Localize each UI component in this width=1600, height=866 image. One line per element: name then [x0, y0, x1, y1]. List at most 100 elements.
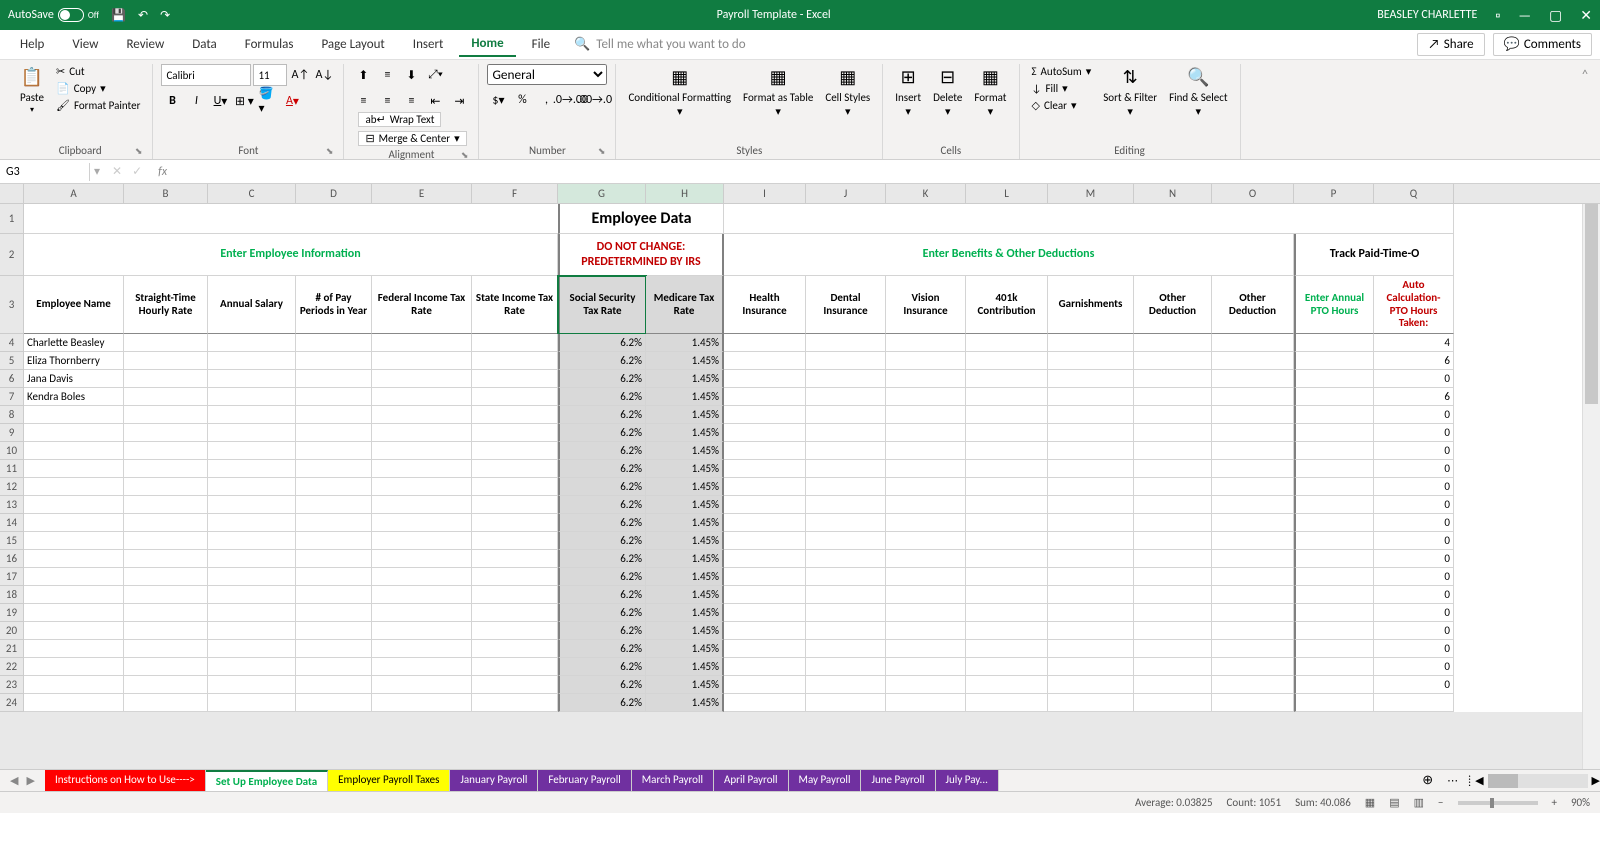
cell[interactable] — [124, 532, 208, 550]
cell[interactable] — [1294, 658, 1374, 676]
cell[interactable] — [208, 532, 296, 550]
col-head-M[interactable]: M — [1048, 184, 1134, 203]
cell[interactable] — [1294, 622, 1374, 640]
clear-button[interactable]: ◇ Clear ▾ — [1028, 98, 1096, 113]
decrease-decimal-icon[interactable]: .00→.0 — [583, 89, 605, 111]
cell[interactable]: 0 — [1374, 460, 1454, 478]
header-cell[interactable]: Annual Salary — [208, 276, 296, 334]
menu-view[interactable]: View — [60, 33, 110, 56]
maximize-icon[interactable]: ▢ — [1549, 7, 1562, 24]
cell[interactable] — [1048, 424, 1134, 442]
increase-indent-icon[interactable]: ⇥ — [448, 90, 470, 112]
cell[interactable] — [124, 550, 208, 568]
cell[interactable] — [886, 640, 966, 658]
cell[interactable]: 0 — [1374, 424, 1454, 442]
cell[interactable] — [724, 514, 806, 532]
menu-review[interactable]: Review — [114, 33, 176, 56]
cell[interactable] — [806, 514, 886, 532]
cell[interactable]: 1.45% — [646, 658, 724, 676]
col-head-Q[interactable]: Q — [1374, 184, 1454, 203]
cell[interactable] — [24, 586, 124, 604]
italic-icon[interactable]: I — [185, 90, 207, 112]
col-head-I[interactable]: I — [724, 184, 806, 203]
cell[interactable] — [296, 514, 372, 532]
cell[interactable]: 6.2% — [558, 604, 646, 622]
cell[interactable] — [806, 676, 886, 694]
sheet-tab[interactable]: Instructions on How to Use----> — [45, 770, 206, 791]
cell[interactable] — [1294, 514, 1374, 532]
cell[interactable]: 1.45% — [646, 676, 724, 694]
cell[interactable] — [1212, 388, 1294, 406]
cell[interactable]: 6.2% — [558, 694, 646, 712]
hscroll-right-icon[interactable]: ▶ — [1592, 774, 1600, 787]
sheet-tab[interactable]: January Payroll — [450, 770, 538, 791]
col-head-F[interactable]: F — [472, 184, 558, 203]
cell[interactable]: 1.45% — [646, 478, 724, 496]
number-format-select[interactable]: General — [487, 64, 607, 85]
borders-icon[interactable]: ⊞ ▾ — [233, 90, 255, 112]
cell[interactable] — [724, 640, 806, 658]
cell[interactable] — [208, 496, 296, 514]
cell[interactable] — [1134, 406, 1212, 424]
cell[interactable] — [886, 586, 966, 604]
cell[interactable] — [966, 604, 1048, 622]
cell[interactable] — [1134, 334, 1212, 352]
row-head-13[interactable]: 13 — [0, 496, 24, 514]
increase-font-icon[interactable]: A↑ — [289, 64, 311, 86]
cell[interactable] — [1048, 550, 1134, 568]
cell[interactable]: 6.2% — [558, 586, 646, 604]
header-cell[interactable]: Medicare Tax Rate — [646, 276, 724, 334]
cell[interactable] — [806, 334, 886, 352]
conditional-formatting-button[interactable]: ▦Conditional Formatting ▾ — [624, 64, 735, 120]
sort-filter-button[interactable]: ⇅Sort & Filter ▾ — [1099, 64, 1161, 120]
align-right-icon[interactable]: ≡ — [400, 90, 422, 112]
name-box[interactable]: G3 — [0, 163, 90, 181]
cell[interactable] — [1212, 334, 1294, 352]
fill-color-icon[interactable]: 🪣▾ — [257, 90, 279, 112]
header-cell[interactable]: Vision Insurance — [886, 276, 966, 334]
percent-icon[interactable]: % — [511, 89, 533, 111]
menu-formulas[interactable]: Formulas — [233, 33, 306, 56]
cell[interactable] — [208, 460, 296, 478]
undo-icon[interactable]: ↶ — [138, 8, 148, 23]
sheet-tab[interactable]: May Payroll — [789, 770, 862, 791]
cell[interactable]: 6.2% — [558, 568, 646, 586]
cell[interactable]: 0 — [1374, 406, 1454, 424]
row-head-24[interactable]: 24 — [0, 694, 24, 712]
close-icon[interactable]: ✕ — [1580, 7, 1592, 24]
cell[interactable] — [24, 424, 124, 442]
cell[interactable] — [1134, 604, 1212, 622]
cell[interactable] — [886, 676, 966, 694]
cell[interactable] — [472, 640, 558, 658]
header-cell[interactable]: Social Security Tax Rate — [558, 276, 646, 334]
cell[interactable] — [724, 352, 806, 370]
cell[interactable]: 6.2% — [558, 496, 646, 514]
cell[interactable] — [886, 550, 966, 568]
cell[interactable] — [1048, 658, 1134, 676]
col-head-N[interactable]: N — [1134, 184, 1212, 203]
cell[interactable] — [208, 568, 296, 586]
cell[interactable] — [372, 550, 472, 568]
cell[interactable] — [1212, 460, 1294, 478]
cell[interactable]: 0 — [1374, 676, 1454, 694]
header-cell[interactable]: Auto Calculation- PTO Hours Taken: — [1374, 276, 1454, 334]
align-top-icon[interactable]: ⬆ — [352, 64, 374, 86]
cell[interactable] — [296, 478, 372, 496]
cell[interactable] — [966, 586, 1048, 604]
delete-cells-button[interactable]: ⊟Delete ▾ — [929, 64, 966, 120]
cell[interactable] — [472, 496, 558, 514]
row-head-4[interactable]: 4 — [0, 334, 24, 352]
cell[interactable]: 1.45% — [646, 640, 724, 658]
cell[interactable] — [472, 676, 558, 694]
accounting-icon[interactable]: $▾ — [487, 89, 509, 111]
cell[interactable] — [966, 370, 1048, 388]
cell[interactable] — [966, 352, 1048, 370]
cell[interactable] — [1212, 694, 1294, 712]
cell[interactable] — [1048, 442, 1134, 460]
cell[interactable] — [124, 604, 208, 622]
cell[interactable] — [372, 496, 472, 514]
cell[interactable] — [966, 658, 1048, 676]
cell[interactable] — [806, 658, 886, 676]
cell[interactable] — [124, 352, 208, 370]
cell[interactable] — [724, 388, 806, 406]
